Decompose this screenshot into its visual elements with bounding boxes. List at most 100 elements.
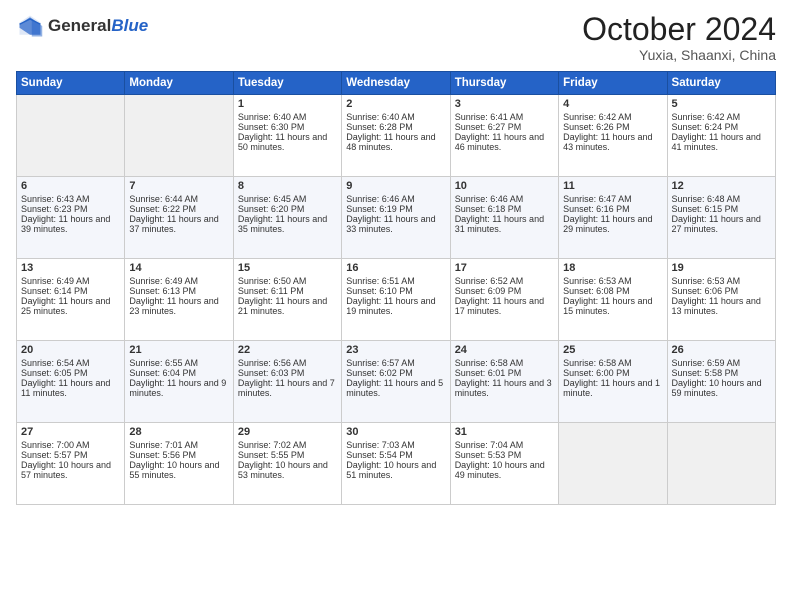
daylight-text: Daylight: 11 hours and 50 minutes. <box>238 132 327 152</box>
calendar-cell <box>17 95 125 177</box>
daylight-text: Daylight: 11 hours and 27 minutes. <box>672 214 761 234</box>
sunset-text: Sunset: 5:56 PM <box>129 450 196 460</box>
calendar-cell: 14 Sunrise: 6:49 AMSunset: 6:13 PMDayligh… <box>125 259 233 341</box>
calendar-cell: 15Sunrise: 6:50 AMSunset: 6:11 PMDayligh… <box>233 259 341 341</box>
sunrise-text: Sunrise: 6:55 AM <box>129 358 198 368</box>
sunset-text: Sunset: 6:13 PM <box>129 286 196 296</box>
daylight-text: Daylight: 11 hours and 13 minutes. <box>672 296 761 316</box>
calendar-cell: 16Sunrise: 6:51 AMSunset: 6:10 PMDayligh… <box>342 259 450 341</box>
daylight-text: Daylight: 10 hours and 51 minutes. <box>346 460 436 480</box>
week-row-5: 27Sunrise: 7:00 AMSunset: 5:57 PMDayligh… <box>17 423 776 505</box>
calendar-cell <box>559 423 667 505</box>
calendar-cell <box>667 423 775 505</box>
calendar-cell: 22Sunrise: 6:56 AMSunset: 6:03 PMDayligh… <box>233 341 341 423</box>
day-number: 3 <box>455 98 554 110</box>
day-number: 19 <box>672 262 771 274</box>
sunrise-text: Sunrise: 6:40 AM <box>238 112 307 122</box>
title-block: October 2024 Yuxia, Shaanxi, China <box>582 12 776 63</box>
day-header-tuesday: Tuesday <box>233 72 341 95</box>
sunset-text: Sunset: 6:00 PM <box>563 368 630 378</box>
calendar-cell: 4 Sunrise: 6:42 AMSunset: 6:26 PMDaylight… <box>559 95 667 177</box>
sunrise-text: Sunrise: 6:48 AM <box>672 194 741 204</box>
daylight-text: Daylight: 11 hours and 43 minutes. <box>563 132 652 152</box>
sunset-text: Sunset: 5:57 PM <box>21 450 88 460</box>
day-number: 9 <box>346 180 445 192</box>
calendar-cell: 5Sunrise: 6:42 AMSunset: 6:24 PMDaylight… <box>667 95 775 177</box>
day-number: 11 <box>563 180 662 192</box>
calendar-body: 1Sunrise: 6:40 AMSunset: 6:30 PMDaylight… <box>17 95 776 505</box>
logo-icon <box>16 12 44 40</box>
logo: GeneralBlue <box>16 12 148 40</box>
day-number: 6 <box>21 180 120 192</box>
calendar-cell: 18Sunrise: 6:53 AMSunset: 6:08 PMDayligh… <box>559 259 667 341</box>
calendar-cell: 26Sunrise: 6:59 AMSunset: 5:58 PMDayligh… <box>667 341 775 423</box>
sunrise-text: Sunrise: 6:54 AM <box>21 358 90 368</box>
calendar-cell: 2Sunrise: 6:40 AMSunset: 6:28 PMDaylight… <box>342 95 450 177</box>
sunrise-text: Sunrise: 6:58 AM <box>563 358 632 368</box>
sunset-text: Sunset: 6:10 PM <box>346 286 413 296</box>
calendar-cell: 19Sunrise: 6:53 AMSunset: 6:06 PMDayligh… <box>667 259 775 341</box>
sunrise-text: Sunrise: 6:46 AM <box>455 194 524 204</box>
daylight-text: Daylight: 11 hours and 39 minutes. <box>21 214 110 234</box>
week-row-1: 1Sunrise: 6:40 AMSunset: 6:30 PMDaylight… <box>17 95 776 177</box>
day-number: 7 <box>129 180 228 192</box>
sunset-text: Sunset: 6:20 PM <box>238 204 305 214</box>
sunrise-text: Sunrise: 6:45 AM <box>238 194 307 204</box>
daylight-text: Daylight: 11 hours and 15 minutes. <box>563 296 652 316</box>
sunset-text: Sunset: 6:26 PM <box>563 122 630 132</box>
calendar-cell: 29 Sunrise: 7:02 AMSunset: 5:55 PMDayligh… <box>233 423 341 505</box>
sunset-text: Sunset: 6:23 PM <box>21 204 88 214</box>
daylight-text: Daylight: 11 hours and 35 minutes. <box>238 214 327 234</box>
calendar-cell: 13Sunrise: 6:49 AMSunset: 6:14 PMDayligh… <box>17 259 125 341</box>
sunset-text: Sunset: 6:06 PM <box>672 286 739 296</box>
sunset-text: Sunset: 6:30 PM <box>238 122 305 132</box>
sunrise-text: Sunrise: 6:49 AM <box>129 276 198 286</box>
day-number: 4 <box>563 98 662 110</box>
logo-text: GeneralBlue <box>48 16 148 36</box>
daylight-text: Daylight: 10 hours and 53 minutes. <box>238 460 328 480</box>
sunrise-text: Sunrise: 7:03 AM <box>346 440 415 450</box>
day-number: 24 <box>455 344 554 356</box>
sunrise-text: Sunrise: 6:47 AM <box>563 194 632 204</box>
calendar-cell: 10Sunrise: 6:46 AMSunset: 6:18 PMDayligh… <box>450 177 558 259</box>
day-number: 23 <box>346 344 445 356</box>
daylight-text: Daylight: 11 hours and 1 minute. <box>563 378 660 398</box>
day-number: 10 <box>455 180 554 192</box>
day-number: 28 <box>129 426 228 438</box>
sunrise-text: Sunrise: 6:59 AM <box>672 358 741 368</box>
daylight-text: Daylight: 11 hours and 41 minutes. <box>672 132 761 152</box>
sunset-text: Sunset: 5:54 PM <box>346 450 413 460</box>
sunset-text: Sunset: 6:24 PM <box>672 122 739 132</box>
sunset-text: Sunset: 6:22 PM <box>129 204 196 214</box>
daylight-text: Daylight: 11 hours and 23 minutes. <box>129 296 218 316</box>
daylight-text: Daylight: 11 hours and 37 minutes. <box>129 214 218 234</box>
sunrise-text: Sunrise: 6:46 AM <box>346 194 415 204</box>
calendar-cell: 17Sunrise: 6:52 AMSunset: 6:09 PMDayligh… <box>450 259 558 341</box>
day-number: 14 <box>129 262 228 274</box>
calendar-cell: 9Sunrise: 6:46 AMSunset: 6:19 PMDaylight… <box>342 177 450 259</box>
calendar-cell: 25Sunrise: 6:58 AMSunset: 6:00 PMDayligh… <box>559 341 667 423</box>
calendar-cell: 23Sunrise: 6:57 AMSunset: 6:02 PMDayligh… <box>342 341 450 423</box>
sunrise-text: Sunrise: 6:44 AM <box>129 194 198 204</box>
sunset-text: Sunset: 6:01 PM <box>455 368 522 378</box>
calendar-cell: 21Sunrise: 6:55 AMSunset: 6:04 PMDayligh… <box>125 341 233 423</box>
calendar-cell: 31Sunrise: 7:04 AMSunset: 5:53 PMDayligh… <box>450 423 558 505</box>
sunset-text: Sunset: 6:11 PM <box>238 286 304 296</box>
sunset-text: Sunset: 6:03 PM <box>238 368 305 378</box>
sunrise-text: Sunrise: 6:56 AM <box>238 358 307 368</box>
calendar-cell: 12Sunrise: 6:48 AMSunset: 6:15 PMDayligh… <box>667 177 775 259</box>
week-row-3: 13Sunrise: 6:49 AMSunset: 6:14 PMDayligh… <box>17 259 776 341</box>
sunrise-text: Sunrise: 6:42 AM <box>672 112 741 122</box>
sunset-text: Sunset: 5:55 PM <box>238 450 305 460</box>
day-number: 17 <box>455 262 554 274</box>
sunrise-text: Sunrise: 6:43 AM <box>21 194 90 204</box>
sunset-text: Sunset: 6:16 PM <box>563 204 630 214</box>
day-number: 20 <box>21 344 120 356</box>
daylight-text: Daylight: 10 hours and 59 minutes. <box>672 378 762 398</box>
sunset-text: Sunset: 6:09 PM <box>455 286 522 296</box>
sunrise-text: Sunrise: 7:02 AM <box>238 440 307 450</box>
day-number: 29 <box>238 426 337 438</box>
sunrise-text: Sunrise: 6:42 AM <box>563 112 632 122</box>
daylight-text: Daylight: 10 hours and 49 minutes. <box>455 460 545 480</box>
day-header-sunday: Sunday <box>17 72 125 95</box>
